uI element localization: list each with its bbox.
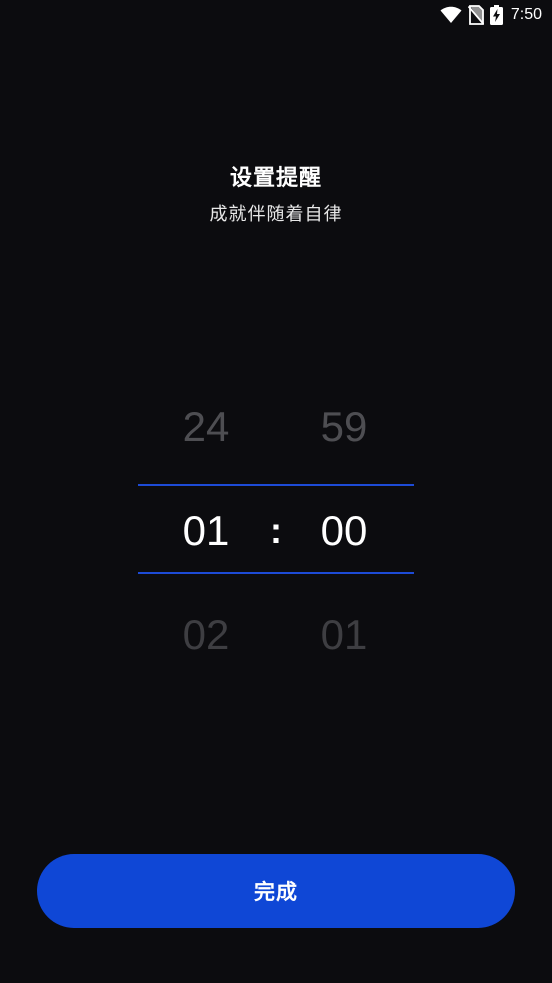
hour-selected-value[interactable]: 01 [146, 506, 266, 556]
hour-next-option[interactable]: 02 [146, 610, 266, 660]
minute-selected-value[interactable]: 00 [284, 506, 404, 556]
page-subtitle: 成就伴随着自律 [209, 204, 343, 224]
hour-wheel[interactable]: 24 01 02 [146, 380, 266, 680]
minute-prev-option[interactable]: 59 [284, 402, 404, 452]
no-sim-icon [467, 5, 484, 25]
page-title: 设置提醒 [229, 165, 322, 190]
minute-next-option[interactable]: 01 [284, 610, 404, 660]
hour-prev-option[interactable]: 24 [146, 402, 266, 452]
status-time: 7:50 [510, 6, 542, 23]
time-picker[interactable]: 24 01 02 : 59 00 01 [138, 380, 414, 680]
status-bar: 7:50 [440, 0, 552, 30]
battery-charging-icon [489, 5, 503, 25]
done-button[interactable]: 完成 [37, 854, 515, 928]
minute-wheel[interactable]: 59 00 01 [284, 380, 404, 680]
wifi-icon [440, 6, 462, 24]
